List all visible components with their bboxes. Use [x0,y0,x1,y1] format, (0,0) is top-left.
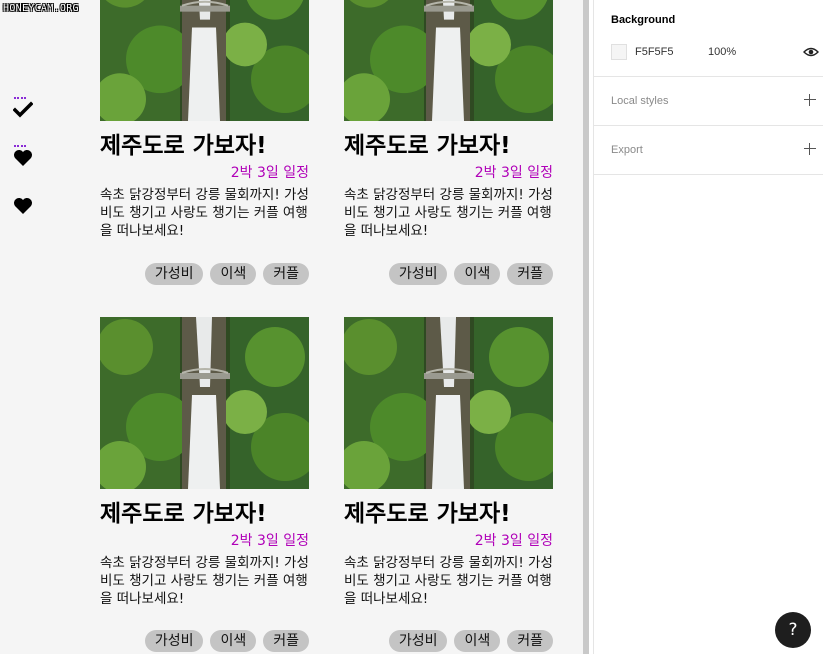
card-duration: 2박 3일 일정 [474,165,553,181]
opacity-value[interactable]: 100% [708,46,736,58]
trip-card[interactable]: 제주도로 가보자! 2박 3일 일정속초 닭강정부터 강릉 물회까지! 가성비도 … [338,317,563,654]
trip-card[interactable]: 제주도로 가보자! 2박 3일 일정속초 닭강정부터 강릉 물회까지! 가성비도 … [338,0,563,290]
card-title: 제주도로 가보자! [100,501,267,527]
properties-panel: Background F5F5F5 100% Local styles Expo… [594,0,823,654]
waterfall-image [338,317,563,493]
hex-value[interactable]: F5F5F5 [635,46,674,58]
card-description: 속초 닭강정부터 강릉 물회까지! 가성비도 챙기고 사랑도 챙기는 커플 여행… [100,187,309,239]
background-section: Background F5F5F5 100% [594,0,823,77]
card-title: 제주도로 가보자! [344,133,511,159]
tag-chip[interactable]: 커플 [507,263,553,285]
waterfall-photo [94,317,319,493]
tag-chip[interactable]: 이색 [454,263,501,285]
watermark: HONEYCAM.ORG [3,3,79,14]
local-styles-section: Local styles [594,77,823,126]
tag-chip[interactable]: 가성비 [144,263,204,285]
card-description: 속초 닭강정부터 강릉 물회까지! 가성비도 챙기고 사랑도 챙기는 커플 여행… [344,555,553,607]
waterfall-photo [338,0,563,125]
tag-chip[interactable]: 가성비 [144,630,204,652]
card-title: 제주도로 가보자! [100,133,267,159]
waterfall-photo [338,317,563,493]
selection-dots [14,145,26,147]
vertical-scrollbar[interactable] [583,0,589,654]
card-tags: 가성비 이색 커플 [144,263,309,285]
tag-chip[interactable]: 이색 [454,630,501,652]
selection-dots [14,97,26,99]
tag-chip[interactable]: 이색 [210,263,257,285]
eye-icon[interactable] [803,45,819,59]
tag-chip[interactable]: 커플 [263,263,309,285]
card-tags: 가성비 이색 커플 [388,630,553,652]
tag-chip[interactable]: 커플 [263,630,309,652]
export-title: Export [611,144,643,156]
waterfall-image [94,0,319,125]
check-icon[interactable] [13,101,33,119]
card-title: 제주도로 가보자! [344,501,511,527]
help-button[interactable]: ? [775,612,811,648]
color-swatch[interactable] [611,44,627,60]
waterfall-image [338,0,563,125]
add-local-style-icon[interactable] [804,94,816,106]
card-duration: 2박 3일 일정 [230,165,309,181]
waterfall-image [94,317,319,493]
tag-chip[interactable]: 가성비 [388,630,448,652]
add-export-icon[interactable] [804,143,816,155]
card-description: 속초 닭강정부터 강릉 물회까지! 가성비도 챙기고 사랑도 챙기는 커플 여행… [344,187,553,239]
local-styles-title: Local styles [611,95,669,107]
heart-icon[interactable] [13,149,33,167]
tag-chip[interactable]: 커플 [507,630,553,652]
card-tags: 가성비 이색 커플 [388,263,553,285]
background-title: Background [611,14,676,26]
trip-card[interactable]: 제주도로 가보자! 2박 3일 일정속초 닭강정부터 강릉 물회까지! 가성비도 … [94,317,319,654]
card-duration: 2박 3일 일정 [230,533,309,549]
card-description: 속초 닭강정부터 강릉 물회까지! 가성비도 챙기고 사랑도 챙기는 커플 여행… [100,555,309,607]
waterfall-photo [94,0,319,125]
export-section: Export [594,126,823,175]
tag-chip[interactable]: 이색 [210,630,257,652]
card-tags: 가성비 이색 커플 [144,630,309,652]
design-canvas[interactable]: HONEYCAM.ORG 제주도로 가보자! 2박 3일 일정 속초 닭강정부터 강… [0,0,583,654]
tag-chip[interactable]: 가성비 [388,263,448,285]
card-duration: 2박 3일 일정 [474,533,553,549]
heart-icon[interactable] [13,197,33,215]
trip-card[interactable]: 제주도로 가보자! 2박 3일 일정속초 닭강정부터 강릉 물회까지! 가성비도 … [94,0,319,290]
